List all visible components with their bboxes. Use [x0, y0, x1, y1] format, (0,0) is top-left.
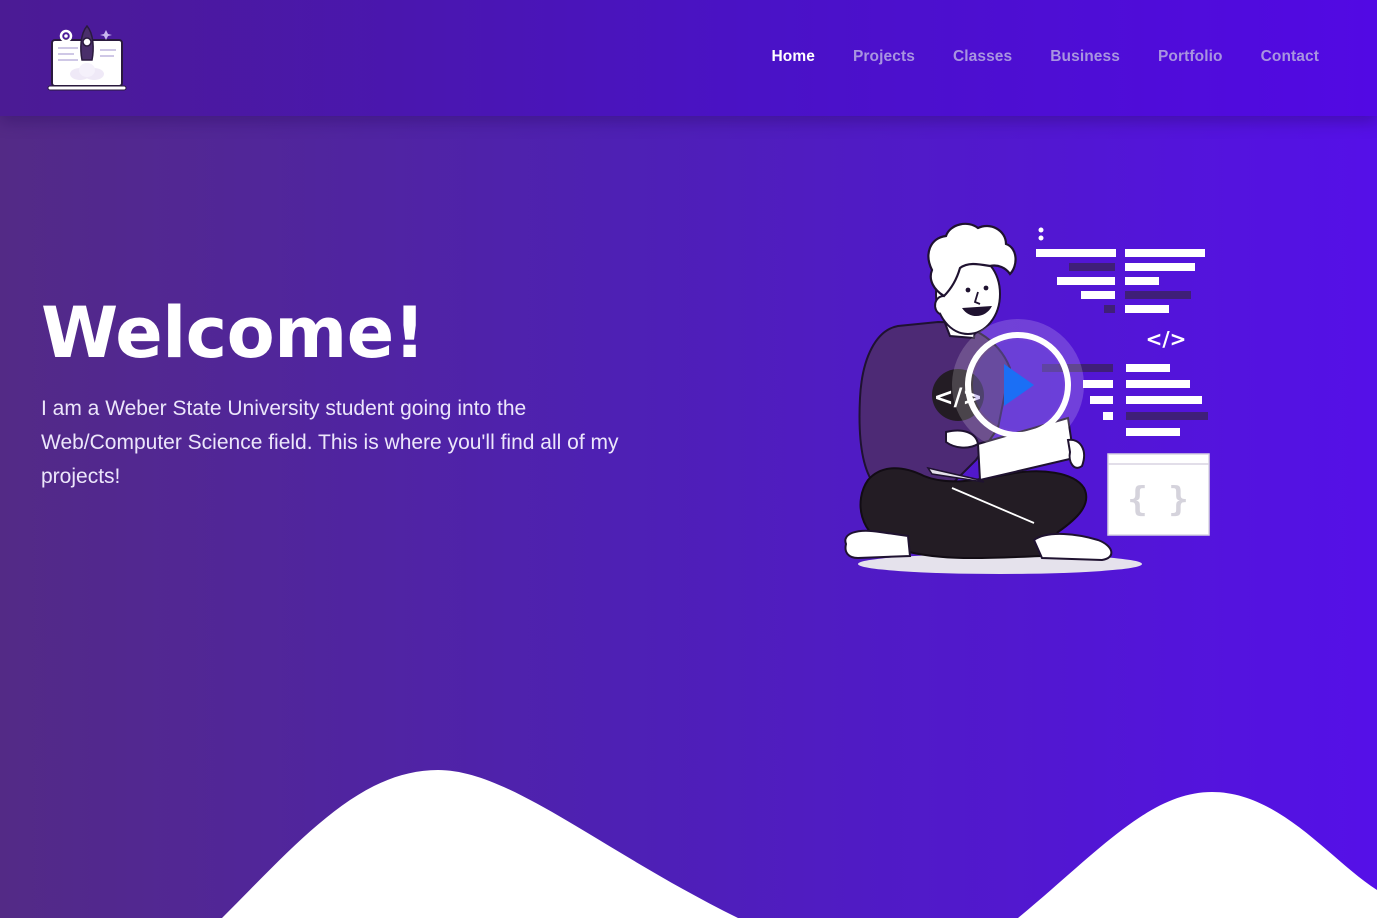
nav-classes[interactable]: Classes [953, 48, 1012, 66]
navbar: Home Projects Classes Business Portfolio… [0, 0, 1377, 116]
nav-home[interactable]: Home [772, 48, 815, 66]
nav-contact[interactable]: Contact [1261, 48, 1319, 66]
braces-label: { } [1127, 480, 1188, 520]
rocket-laptop-icon[interactable] [44, 22, 130, 92]
nav-business[interactable]: Business [1050, 48, 1120, 66]
hero-description: I am a Weber State University student go… [41, 397, 619, 488]
nav-portfolio[interactable]: Portfolio [1158, 48, 1223, 66]
code-tag-label: </> [1146, 327, 1187, 351]
bottom-wave-shapes [222, 770, 1377, 918]
nav-links: Home Projects Classes Business Portfolio… [734, 48, 1320, 66]
nav-projects[interactable]: Projects [853, 48, 915, 66]
hero-title: Welcome! [41, 292, 426, 374]
developer-with-laptop-illustration: </> { } </> [844, 222, 1210, 574]
